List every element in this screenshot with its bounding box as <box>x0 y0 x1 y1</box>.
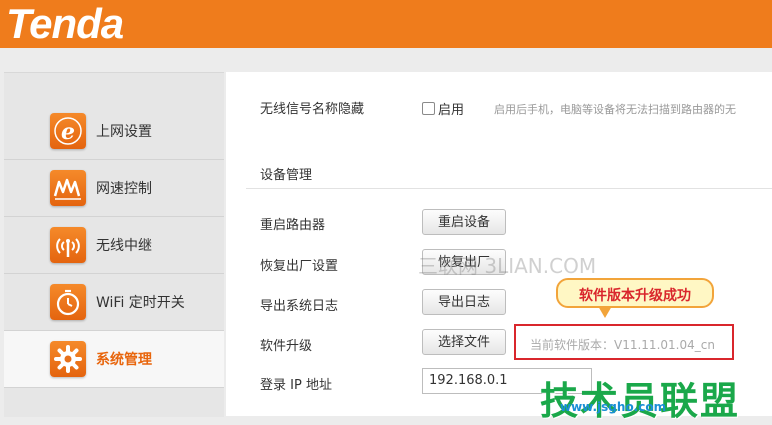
export-log-label: 导出系统日志 <box>260 299 339 314</box>
current-version-text: 当前软件版本：V11.11.01.04_cn <box>530 338 715 352</box>
reboot-router-label: 重启路由器 <box>260 218 326 233</box>
wifi-hide-hint: 启用后手机，电脑等设备将无法扫描到路由器的无 <box>494 103 736 116</box>
current-version-highlight: 当前软件版本：V11.11.01.04_cn <box>514 324 734 360</box>
sidebar-item-label: 系统管理 <box>96 352 152 368</box>
section-divider <box>246 188 772 189</box>
watermark-url: www.jsgho.com <box>560 400 667 414</box>
sidebar-item-internet-settings[interactable]: e 上网设置 <box>4 103 224 160</box>
section-title-device-management: 设备管理 <box>260 168 313 183</box>
factory-reset-label: 恢复出厂设置 <box>260 259 339 274</box>
upgrade-success-callout: 软件版本升级成功 <box>556 278 714 308</box>
choose-file-button[interactable]: 选择文件 <box>422 329 506 355</box>
callout-pointer <box>598 306 612 318</box>
sidebar-item-label: 无线中继 <box>96 238 152 254</box>
tenda-logo: Tenda <box>6 0 124 47</box>
sidebar-item-system-management[interactable]: 系统管理 <box>4 331 224 388</box>
sidebar-item-wireless-repeater[interactable]: 无线中继 <box>4 217 224 274</box>
export-log-button[interactable]: 导出日志 <box>422 289 506 315</box>
top-header-bar: Tenda <box>0 0 772 48</box>
timer-clock-icon <box>50 284 86 320</box>
sidebar-item-label: WiFi 定时开关 <box>96 295 185 311</box>
watermark-3lian: 三联网 3LIAN.COM <box>418 254 597 278</box>
svg-text:e: e <box>61 119 75 145</box>
wifi-hide-checkbox[interactable] <box>422 102 435 115</box>
enable-label: 启用 <box>438 103 465 118</box>
sidebar: e 上网设置 网速控制 无线中继 WiFi 定时开关 系统管理 <box>4 72 224 417</box>
sidebar-item-wifi-timer[interactable]: WiFi 定时开关 <box>4 274 224 331</box>
speed-wave-icon <box>50 170 86 206</box>
reboot-device-button[interactable]: 重启设备 <box>422 209 506 235</box>
gear-icon <box>50 341 86 377</box>
wireless-antenna-icon <box>50 227 86 263</box>
login-ip-label: 登录 IP 地址 <box>260 378 332 393</box>
watermark-jishuyuan: 技术员联盟 <box>540 379 741 423</box>
wifi-hide-label: 无线信号名称隐藏 <box>260 102 365 117</box>
software-upgrade-label: 软件升级 <box>260 339 313 354</box>
internet-e-icon: e <box>50 113 86 149</box>
sidebar-item-label: 网速控制 <box>96 181 152 197</box>
sidebar-item-speed-control[interactable]: 网速控制 <box>4 160 224 217</box>
sidebar-item-label: 上网设置 <box>96 124 152 140</box>
upgrade-success-text: 软件版本升级成功 <box>579 288 691 304</box>
main-content-panel: 无线信号名称隐藏 启用 启用后手机，电脑等设备将无法扫描到路由器的无 设备管理 … <box>226 72 772 416</box>
